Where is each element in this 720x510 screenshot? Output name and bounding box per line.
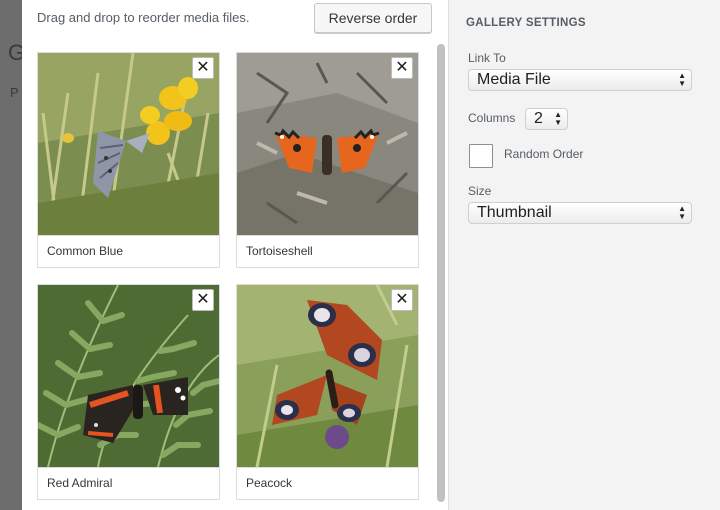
reorder-hint: Drag and drop to reorder media files. xyxy=(37,10,250,25)
reverse-order-button[interactable]: Reverse order xyxy=(314,3,432,33)
remove-item-button[interactable]: ✕ xyxy=(391,57,413,79)
gallery-thumbnail-common-blue[interactable] xyxy=(38,53,219,235)
link-to-value: Media File xyxy=(477,71,551,88)
link-to-label: Link To xyxy=(468,51,506,65)
gallery-item-caption[interactable]: Red Admiral xyxy=(38,467,219,499)
remove-item-button[interactable]: ✕ xyxy=(391,289,413,311)
columns-select[interactable]: 2 ▲ ▼ xyxy=(525,108,568,130)
gallery-item[interactable]: Tortoiseshell ✕ xyxy=(236,52,419,268)
columns-label: Columns xyxy=(468,111,516,125)
gallery-settings-sidebar: GALLERY SETTINGS Link To Media File ▲ ▼ C… xyxy=(448,0,720,510)
gallery-edit-modal: Drag and drop to reorder media files. Re… xyxy=(22,0,720,510)
gallery-item-caption[interactable]: Common Blue xyxy=(38,235,219,267)
gallery-thumbnail-tortoiseshell[interactable] xyxy=(237,53,418,235)
size-label: Size xyxy=(468,184,492,198)
gallery-scrollbar[interactable] xyxy=(437,40,445,502)
remove-item-button[interactable]: ✕ xyxy=(192,289,214,311)
gallery-item[interactable]: Red Admiral ✕ xyxy=(37,284,220,500)
columns-value: 2 xyxy=(534,110,543,127)
gallery-thumbnail-peacock[interactable] xyxy=(237,285,418,467)
gallery-content-pane: Drag and drop to reorder media files. Re… xyxy=(22,0,448,510)
random-order-checkbox[interactable] xyxy=(469,144,493,168)
gallery-item[interactable]: Common Blue ✕ xyxy=(37,52,220,268)
random-order-label: Random Order xyxy=(504,147,584,161)
select-arrows-icon: ▲ ▼ xyxy=(678,71,686,88)
gallery-item[interactable]: Peacock ✕ xyxy=(236,284,419,500)
backdrop-text-fragment: P xyxy=(10,85,19,100)
size-value: Thumbnail xyxy=(477,204,552,221)
gallery-thumbnail-red-admiral[interactable] xyxy=(38,285,219,467)
gallery-item-caption[interactable]: Peacock xyxy=(237,467,418,499)
link-to-select[interactable]: Media File ▲ ▼ xyxy=(468,69,692,91)
size-select[interactable]: Thumbnail ▲ ▼ xyxy=(468,202,692,224)
gallery-item-caption[interactable]: Tortoiseshell xyxy=(237,235,418,267)
select-arrows-icon: ▲ ▼ xyxy=(678,204,686,221)
settings-heading: GALLERY SETTINGS xyxy=(466,17,586,29)
remove-item-button[interactable]: ✕ xyxy=(192,57,214,79)
scrollbar-thumb[interactable] xyxy=(437,44,445,502)
select-arrows-icon: ▲ ▼ xyxy=(554,110,562,127)
